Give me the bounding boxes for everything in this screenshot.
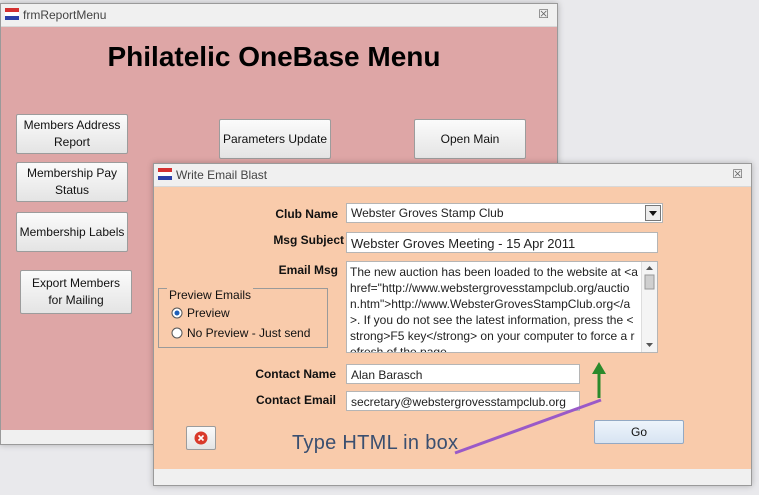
export-members-button[interactable]: Export Members for Mailing <box>20 270 132 314</box>
cancel-icon <box>194 431 208 445</box>
members-address-report-button[interactable]: Members Address Report <box>16 114 128 154</box>
report-menu-titlebar: frmReportMenu ☒ <box>1 4 557 27</box>
no-preview-option-label: No Preview - Just send <box>187 326 311 340</box>
close-icon[interactable]: ☒ <box>732 167 743 181</box>
email-msg-textarea[interactable]: The new auction has been loaded to the w… <box>346 261 658 353</box>
email-msg-text: The new auction has been loaded to the w… <box>350 265 638 353</box>
membership-pay-status-button[interactable]: Membership Pay Status <box>16 162 128 202</box>
go-button[interactable]: Go <box>594 420 684 444</box>
radio-unselected-icon[interactable] <box>171 327 183 339</box>
cancel-button[interactable] <box>186 426 216 450</box>
contact-email-input[interactable]: secretary@webstergrovesstampclub.org <box>346 391 580 411</box>
email-blast-titlebar: Write Email Blast ☒ <box>154 164 751 187</box>
menu-heading: Philatelic OneBase Menu <box>107 41 441 72</box>
dropdown-arrow-icon[interactable] <box>645 205 661 221</box>
no-preview-radio[interactable]: No Preview - Just send <box>171 326 310 340</box>
email-blast-title: Write Email Blast <box>176 168 268 182</box>
club-name-label: Club Name <box>275 207 338 221</box>
msg-subject-label: Msg Subject <box>273 233 344 247</box>
msg-subject-input[interactable]: Webster Groves Meeting - 15 Apr 2011 <box>346 232 658 253</box>
open-main-button[interactable]: Open Main <box>414 119 526 159</box>
close-icon[interactable]: ☒ <box>538 7 549 21</box>
contact-name-label: Contact Name <box>255 367 336 381</box>
email-msg-label: Email Msg <box>278 263 338 277</box>
parameters-update-button[interactable]: Parameters Update <box>219 119 331 159</box>
preview-option-label: Preview <box>187 306 230 320</box>
radio-selected-icon[interactable] <box>171 307 183 319</box>
app-flag-icon <box>5 8 19 22</box>
preview-radio[interactable]: Preview <box>171 306 230 320</box>
app-flag-icon <box>158 168 172 182</box>
club-name-value: Webster Groves Stamp Club <box>351 206 504 220</box>
preview-group-label: Preview Emails <box>167 288 254 302</box>
contact-name-input[interactable]: Alan Barasch <box>346 364 580 384</box>
email-blast-bottom-bar <box>154 469 751 485</box>
club-name-select[interactable]: Webster Groves Stamp Club <box>346 203 663 223</box>
report-menu-title: frmReportMenu <box>23 8 107 22</box>
scrollbar[interactable] <box>641 262 657 352</box>
membership-labels-button[interactable]: Membership Labels <box>16 212 128 252</box>
contact-email-label: Contact Email <box>255 393 336 407</box>
annotation-text: Type HTML in box <box>292 432 459 454</box>
preview-emails-group: Preview Emails Preview No Preview - Just… <box>158 288 328 348</box>
